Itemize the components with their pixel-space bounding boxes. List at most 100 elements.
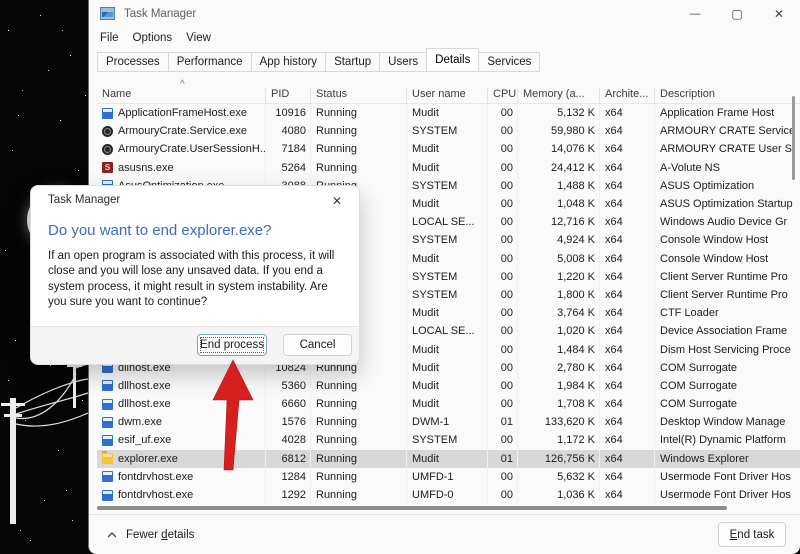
cell-architecture: x64 <box>600 413 655 431</box>
column-header-1[interactable]: Name <box>97 88 266 103</box>
cell-memory: 4,924 K <box>518 231 600 249</box>
cell-cpu: 00 <box>488 340 518 358</box>
cell-description: COM Surrogate <box>655 377 793 395</box>
window-controls: — ▢ ✕ <box>674 0 800 27</box>
cell-pid: 1292 <box>266 486 311 504</box>
cell-cpu: 00 <box>488 468 518 486</box>
column-header-6[interactable]: Memory (a... <box>518 88 600 103</box>
menu-item-file[interactable]: File <box>93 32 126 44</box>
column-header-4[interactable]: User name <box>407 88 488 103</box>
cell-status: Running <box>311 486 407 504</box>
close-button[interactable]: ✕ <box>758 0 800 27</box>
process-name: ArmouryCrate.UserSessionH... <box>118 143 266 155</box>
chevron-up-icon <box>107 532 117 538</box>
cell-user-name: Mudit <box>407 304 488 322</box>
tab-users[interactable]: Users <box>379 52 427 72</box>
cell-memory: 133,620 K <box>518 413 600 431</box>
column-header-2[interactable]: PID <box>266 88 311 103</box>
horizontal-scrollbar-thumb[interactable] <box>97 506 727 510</box>
cell-user-name: LOCAL SE... <box>407 322 488 340</box>
tab-services[interactable]: Services <box>478 52 540 72</box>
cell-name: ArmouryCrate.UserSessionH... <box>97 140 266 158</box>
cell-architecture: x64 <box>600 431 655 449</box>
table-row[interactable]: ArmouryCrate.UserSessionH... 7184 Runnin… <box>97 140 800 158</box>
end-task-button[interactable]: End task <box>718 522 786 547</box>
cell-cpu: 00 <box>488 286 518 304</box>
cell-architecture: x64 <box>600 122 655 140</box>
cell-description: Usermode Font Driver Hos <box>655 486 793 504</box>
cell-pid: 7184 <box>266 140 311 158</box>
table-row[interactable]: ApplicationFrameHost.exe 10916 Running M… <box>97 104 800 122</box>
tab-app-history[interactable]: App history <box>251 52 327 72</box>
minimize-button[interactable]: — <box>674 0 716 27</box>
cell-description: COM Surrogate <box>655 395 793 413</box>
tab-startup[interactable]: Startup <box>325 52 380 72</box>
maximize-button[interactable]: ▢ <box>716 0 758 27</box>
column-header-7[interactable]: Archite... <box>600 88 655 103</box>
cell-pid: 4080 <box>266 122 311 140</box>
cell-user-name: Mudit <box>407 450 488 468</box>
process-name: explorer.exe <box>118 453 178 465</box>
footer-bar: Fewer details End task <box>89 514 800 554</box>
cell-cpu: 00 <box>488 395 518 413</box>
column-header-8[interactable]: Description <box>655 88 793 103</box>
cell-memory: 59,980 K <box>518 122 600 140</box>
cell-architecture: x64 <box>600 104 655 122</box>
process-icon <box>102 471 113 482</box>
table-row[interactable]: ArmouryCrate.Service.exe 4080 Running SY… <box>97 122 800 140</box>
vertical-scrollbar-thumb[interactable] <box>792 96 795 180</box>
cell-description: ARMOURY CRATE User Ses <box>655 140 793 158</box>
cell-description: ASUS Optimization Startup <box>655 195 793 213</box>
cell-description: Client Server Runtime Pro <box>655 268 793 286</box>
table-row[interactable]: fontdrvhost.exe 1292 Running UMFD-0 00 1… <box>97 486 800 504</box>
process-icon <box>102 435 113 446</box>
cell-cpu: 00 <box>488 159 518 177</box>
menu-item-options[interactable]: Options <box>126 32 180 44</box>
cell-user-name: Mudit <box>407 340 488 358</box>
cell-description: Application Frame Host <box>655 104 793 122</box>
cell-status: Running <box>311 468 407 486</box>
cell-cpu: 00 <box>488 140 518 158</box>
process-icon <box>102 490 113 501</box>
cancel-button[interactable]: Cancel <box>283 334 352 356</box>
process-name: dllhost.exe <box>118 398 171 410</box>
menu-item-view[interactable]: View <box>179 32 218 44</box>
cell-description: Intel(R) Dynamic Platform <box>655 431 793 449</box>
process-icon <box>102 417 113 428</box>
cell-architecture: x64 <box>600 322 655 340</box>
cell-cpu: 00 <box>488 104 518 122</box>
table-row[interactable]: S asusns.exe 5264 Running Mudit 00 24,41… <box>97 159 800 177</box>
sort-ascending-icon: ^ <box>180 81 185 89</box>
cell-memory: 3,764 K <box>518 304 600 322</box>
cell-memory: 1,048 K <box>518 195 600 213</box>
cell-user-name: UMFD-0 <box>407 486 488 504</box>
annotation-arrow <box>200 352 266 476</box>
cell-cpu: 01 <box>488 413 518 431</box>
cell-status: Running <box>311 140 407 158</box>
fewer-details-label: Fewer details <box>126 529 194 541</box>
cell-memory: 2,780 K <box>518 359 600 377</box>
cell-user-name: Mudit <box>407 104 488 122</box>
cell-memory: 24,412 K <box>518 159 600 177</box>
cell-cpu: 00 <box>488 195 518 213</box>
process-icon <box>102 453 113 464</box>
cell-architecture: x64 <box>600 140 655 158</box>
tab-details[interactable]: Details <box>426 48 479 72</box>
tab-processes[interactable]: Processes <box>97 52 169 72</box>
column-header-5[interactable]: CPU <box>488 88 518 103</box>
cell-architecture: x64 <box>600 468 655 486</box>
cell-status: Running <box>311 413 407 431</box>
process-icon: S <box>102 162 113 173</box>
column-header-3[interactable]: Status <box>311 88 407 103</box>
cell-architecture: x64 <box>600 177 655 195</box>
cell-status: Running <box>311 104 407 122</box>
fewer-details-toggle[interactable]: Fewer details <box>107 529 194 541</box>
dialog-close-icon[interactable]: ✕ <box>326 191 348 211</box>
tab-performance[interactable]: Performance <box>168 52 252 72</box>
cell-user-name: SYSTEM <box>407 231 488 249</box>
cell-user-name: Mudit <box>407 377 488 395</box>
cell-description: Windows Explorer <box>655 450 793 468</box>
cell-name: fontdrvhost.exe <box>97 486 266 504</box>
cell-pid: 10916 <box>266 104 311 122</box>
cell-memory: 5,008 K <box>518 250 600 268</box>
